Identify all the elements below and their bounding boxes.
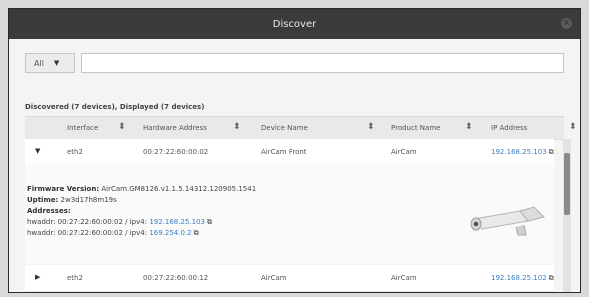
cell-ip-address[interactable]: 192.168.25.103 ⧉ [491, 148, 554, 157]
dropdown-caret-icon: ▼ [53, 59, 60, 67]
uptime-value: 2w3d17h8m19s [60, 196, 117, 204]
address-ip-link[interactable]: 192.168.25.103 [149, 218, 205, 226]
window-title: Discover [272, 18, 317, 30]
firmware-value: AirCam.GM8126.v1.1.5.14312.120905.1541 [101, 185, 257, 193]
filter-row: All ▼ [25, 53, 564, 73]
sort-icon[interactable]: ⬍ [118, 122, 126, 132]
firmware-line: Firmware Version: AirCam.GM8126.v1.1.5.1… [27, 185, 256, 193]
cell-product-name: AirCam [391, 274, 417, 282]
collapse-chevron-icon[interactable]: ▼ [35, 147, 40, 155]
address-prefix: hwaddr: 00:27:22:60:00:02 / ipv4: [27, 229, 148, 237]
column-header-product-name[interactable]: Product Name [391, 124, 440, 132]
cell-device-name: AirCam Front [261, 148, 307, 156]
uptime-label: Uptime: [27, 196, 59, 204]
external-link-icon[interactable]: ⧉ [549, 274, 554, 282]
ip-link[interactable]: 192.168.25.102 [491, 274, 547, 282]
cell-hardware-address: 00:27:22:60:00:02 [143, 148, 209, 156]
filter-select-value: All [34, 58, 44, 68]
external-link-icon[interactable]: ⧉ [207, 218, 212, 226]
scrollbar-thumb[interactable] [564, 153, 570, 215]
sort-icon[interactable]: ⬍ [465, 122, 473, 132]
cell-product-name: AirCam [391, 148, 417, 156]
titlebar: Discover × [9, 9, 580, 39]
cell-ip-address[interactable]: 192.168.25.102 ⧉ [491, 274, 554, 283]
cell-interface: eth2 [67, 148, 83, 156]
discovery-summary: Discovered (7 devices), Displayed (7 dev… [25, 103, 205, 111]
filter-select[interactable]: All ▼ [25, 53, 75, 73]
address-line: hwaddr: 00:27:22:60:00:02 / ipv4: 192.16… [27, 218, 212, 227]
column-header-interface[interactable]: Interface [67, 124, 98, 132]
table-header: Interface ⬍ Hardware Address ⬍ Device Na… [25, 116, 577, 140]
cell-device-name: AirCam [261, 274, 287, 282]
sort-icon[interactable]: ⬍ [367, 122, 375, 132]
column-header-ip-address[interactable]: IP Address [491, 124, 527, 132]
address-ip-link[interactable]: 169.254.0.2 [149, 229, 191, 237]
address-prefix: hwaddr: 00:27:22:60:00:02 / ipv4: [27, 218, 148, 226]
column-header-device-name[interactable]: Device Name [261, 124, 308, 132]
firmware-label: Firmware Version: [27, 185, 100, 193]
cell-hardware-address: 00:27:22:60:00:12 [143, 274, 209, 282]
sort-icon[interactable]: ⬍ [569, 122, 577, 132]
camera-image [470, 206, 545, 236]
sort-icon[interactable]: ⬍ [233, 122, 241, 132]
close-icon[interactable]: × [561, 18, 572, 29]
expand-chevron-icon[interactable]: ▶ [35, 273, 40, 281]
address-line: hwaddr: 00:27:22:60:00:02 / ipv4: 169.25… [27, 229, 199, 238]
table-row[interactable]: ▼ eth2 00:27:22:60:00:02 AirCam Front Ai… [25, 139, 554, 166]
cell-interface: eth2 [67, 274, 83, 282]
external-link-icon[interactable]: ⧉ [549, 148, 554, 156]
search-input[interactable] [81, 53, 564, 73]
addresses-label: Addresses: [27, 207, 71, 215]
scrollbar[interactable] [563, 139, 571, 292]
discover-window: Discover × All ▼ Discovered (7 devices),… [8, 8, 581, 293]
ip-link[interactable]: 192.168.25.103 [491, 148, 547, 156]
column-header-hardware-address[interactable]: Hardware Address [143, 124, 207, 132]
uptime-line: Uptime: 2w3d17h8m19s [27, 196, 117, 204]
table-row[interactable]: ▶ eth2 00:27:22:60:00:12 AirCam AirCam 1… [25, 265, 554, 292]
external-link-icon[interactable]: ⧉ [194, 229, 199, 237]
